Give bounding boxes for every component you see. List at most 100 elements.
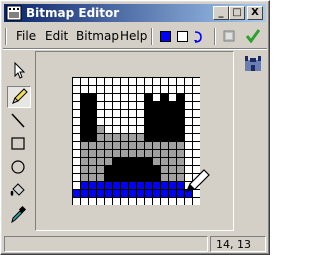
bitmap-pixel[interactable] — [137, 102, 144, 109]
bitmap-pixel[interactable] — [81, 190, 88, 197]
bitmap-pixel[interactable] — [145, 182, 152, 189]
bitmap-pixel[interactable] — [193, 94, 200, 101]
bitmap-pixel[interactable] — [121, 110, 128, 117]
bitmap-pixel[interactable] — [97, 78, 104, 85]
bitmap-pixel[interactable] — [113, 190, 120, 197]
bitmap-pixel[interactable] — [105, 94, 112, 101]
bitmap-pixel[interactable] — [177, 150, 184, 157]
bitmap-pixel[interactable] — [153, 126, 160, 133]
bitmap-pixel[interactable] — [161, 134, 168, 141]
bitmap-pixel[interactable] — [169, 166, 176, 173]
bitmap-pixel[interactable] — [89, 182, 96, 189]
bitmap-pixel[interactable] — [81, 94, 88, 101]
bitmap-pixel[interactable] — [137, 158, 144, 165]
bitmap-pixel[interactable] — [81, 78, 88, 85]
bitmap-pixel[interactable] — [153, 166, 160, 173]
bitmap-pixel[interactable] — [89, 198, 96, 205]
bitmap-pixel[interactable] — [121, 198, 128, 205]
minimize-button[interactable]: _ — [213, 6, 229, 20]
bitmap-pixel[interactable] — [89, 158, 96, 165]
bitmap-pixel[interactable] — [145, 198, 152, 205]
bitmap-pixel[interactable] — [193, 198, 200, 205]
bitmap-pixel[interactable] — [89, 78, 96, 85]
bitmap-pixel[interactable] — [97, 110, 104, 117]
bitmap-pixel[interactable] — [145, 78, 152, 85]
bitmap-pixel[interactable] — [81, 150, 88, 157]
bitmap-pixel[interactable] — [137, 174, 144, 181]
bitmap-pixel[interactable] — [153, 142, 160, 149]
bitmap-pixel[interactable] — [137, 166, 144, 173]
bitmap-pixel[interactable] — [89, 110, 96, 117]
bitmap-pixel[interactable] — [129, 86, 136, 93]
bitmap-pixel[interactable] — [113, 86, 120, 93]
bitmap-pixel[interactable] — [121, 182, 128, 189]
bitmap-pixel[interactable] — [113, 134, 120, 141]
bitmap-pixel[interactable] — [105, 78, 112, 85]
bitmap-pixel[interactable] — [145, 166, 152, 173]
bitmap-pixel[interactable] — [177, 198, 184, 205]
bitmap-pixel[interactable] — [193, 78, 200, 85]
bitmap-pixel[interactable] — [161, 110, 168, 117]
bitmap-pixel[interactable] — [105, 166, 112, 173]
bitmap-pixel[interactable] — [137, 110, 144, 117]
tool-ellipse[interactable] — [7, 157, 31, 179]
bitmap-pixel[interactable] — [129, 102, 136, 109]
bitmap-pixel[interactable] — [105, 134, 112, 141]
menu-file[interactable]: File — [16, 29, 36, 43]
bitmap-pixel[interactable] — [105, 102, 112, 109]
bitmap-pixel[interactable] — [121, 190, 128, 197]
bitmap-pixel[interactable] — [137, 118, 144, 125]
bitmap-pixel[interactable] — [105, 86, 112, 93]
menu-bitmap[interactable]: Bitmap — [76, 29, 119, 43]
bitmap-pixel[interactable] — [89, 94, 96, 101]
bitmap-pixel[interactable] — [129, 94, 136, 101]
bitmap-pixel[interactable] — [153, 94, 160, 101]
bitmap-pixel[interactable] — [105, 110, 112, 117]
bitmap-pixel[interactable] — [121, 102, 128, 109]
bitmap-pixel[interactable] — [145, 86, 152, 93]
bitmap-pixel[interactable] — [73, 166, 80, 173]
bitmap-pixel[interactable] — [169, 134, 176, 141]
maximize-button[interactable]: □ — [229, 6, 245, 20]
bitmap-pixel[interactable] — [121, 94, 128, 101]
bitmap-pixel[interactable] — [169, 198, 176, 205]
bitmap-pixel[interactable] — [121, 86, 128, 93]
bitmap-pixel[interactable] — [193, 86, 200, 93]
bitmap-pixel[interactable] — [121, 134, 128, 141]
bitmap-pixel[interactable] — [97, 118, 104, 125]
bitmap-pixel[interactable] — [185, 102, 192, 109]
bitmap-pixel[interactable] — [73, 102, 80, 109]
bitmap-pixel[interactable] — [153, 110, 160, 117]
bitmap-pixel[interactable] — [113, 142, 120, 149]
bitmap-pixel[interactable] — [129, 118, 136, 125]
bitmap-grid[interactable] — [72, 77, 200, 205]
bitmap-pixel[interactable] — [89, 150, 96, 157]
bitmap-pixel[interactable] — [169, 118, 176, 125]
bitmap-pixel[interactable] — [113, 94, 120, 101]
bitmap-pixel[interactable] — [185, 86, 192, 93]
bitmap-pixel[interactable] — [89, 134, 96, 141]
bitmap-pixel[interactable] — [153, 102, 160, 109]
bitmap-pixel[interactable] — [161, 198, 168, 205]
bitmap-pixel[interactable] — [169, 110, 176, 117]
bitmap-pixel[interactable] — [105, 174, 112, 181]
bitmap-pixel[interactable] — [89, 102, 96, 109]
bitmap-pixel[interactable] — [177, 182, 184, 189]
bitmap-pixel[interactable] — [145, 190, 152, 197]
tool-line[interactable] — [7, 111, 31, 133]
bitmap-pixel[interactable] — [177, 110, 184, 117]
bitmap-pixel[interactable] — [169, 102, 176, 109]
bitmap-pixel[interactable] — [177, 78, 184, 85]
bitmap-pixel[interactable] — [129, 126, 136, 133]
bitmap-pixel[interactable] — [161, 174, 168, 181]
bitmap-pixel[interactable] — [161, 94, 168, 101]
bitmap-pixel[interactable] — [129, 110, 136, 117]
bitmap-pixel[interactable] — [113, 110, 120, 117]
bitmap-pixel[interactable] — [97, 182, 104, 189]
bitmap-pixel[interactable] — [73, 150, 80, 157]
bitmap-pixel[interactable] — [153, 118, 160, 125]
bitmap-pixel[interactable] — [129, 182, 136, 189]
bitmap-pixel[interactable] — [121, 78, 128, 85]
bitmap-pixel[interactable] — [97, 126, 104, 133]
bitmap-pixel[interactable] — [177, 174, 184, 181]
